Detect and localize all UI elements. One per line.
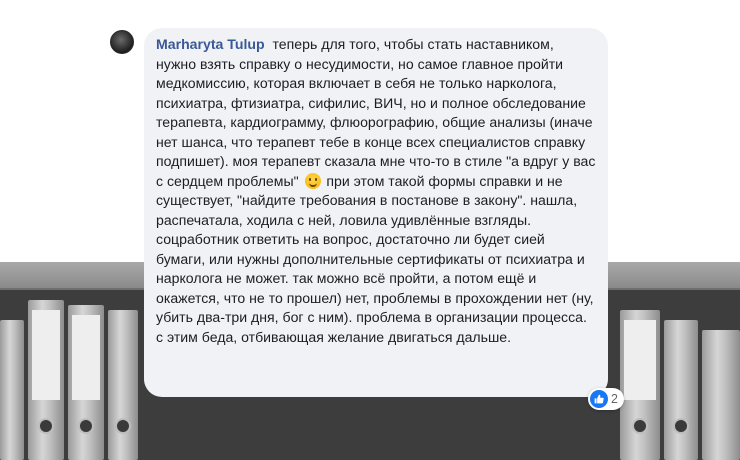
reactions-summary[interactable]: 2 — [588, 388, 624, 410]
binder — [68, 305, 104, 460]
binder — [108, 310, 138, 460]
binder — [664, 320, 698, 460]
reaction-count: 2 — [611, 392, 618, 406]
comment-bubble: Marharyta Tulup теперь для того, чтобы с… — [144, 28, 608, 397]
binder — [0, 320, 24, 460]
comment-author-link[interactable]: Marharyta Tulup — [156, 36, 265, 52]
binder — [702, 330, 740, 460]
binder — [28, 300, 64, 460]
avatar[interactable] — [110, 30, 134, 54]
binder — [620, 310, 660, 460]
smile-emoji-icon — [304, 172, 321, 189]
like-icon — [590, 390, 608, 408]
comment-text-continued: при этом такой формы справки и не сущест… — [156, 172, 594, 345]
comment-text: теперь для того, чтобы стать наставником… — [156, 36, 596, 189]
